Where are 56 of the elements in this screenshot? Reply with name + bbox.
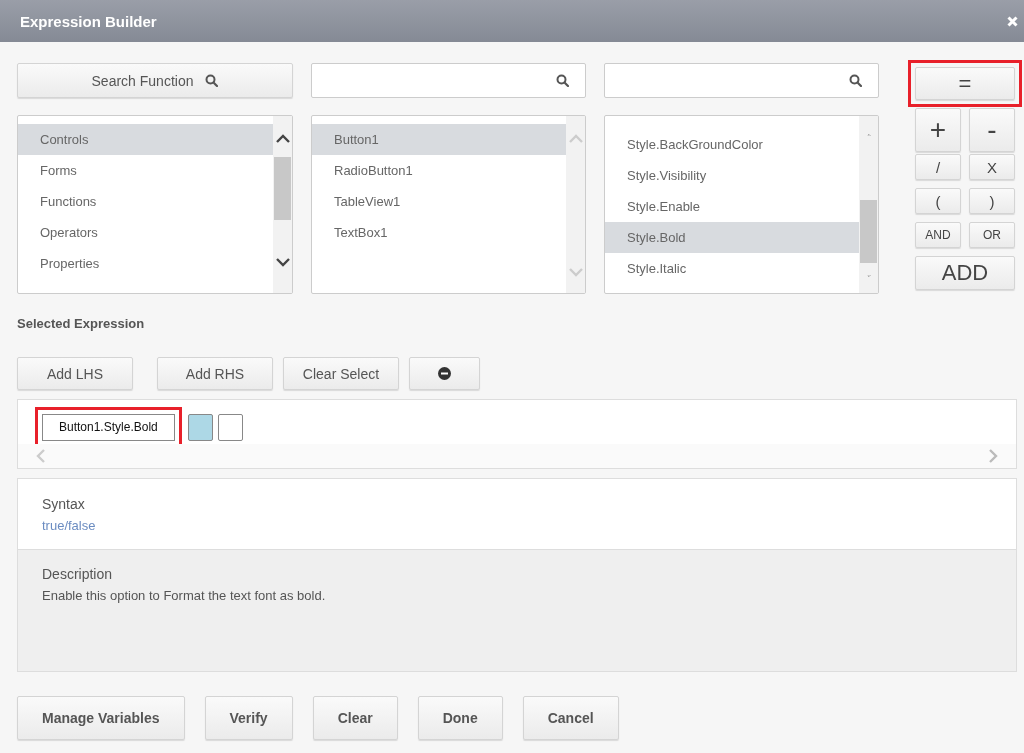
list-item[interactable]: Functions xyxy=(18,186,273,217)
operator-button[interactable]: AND xyxy=(915,222,961,248)
scrollbar[interactable] xyxy=(859,116,878,293)
expression-button[interactable]: Add RHS xyxy=(157,357,273,390)
list-item[interactable]: RadioButton1 xyxy=(312,155,566,186)
list-item[interactable]: TableView1 xyxy=(312,186,566,217)
operator-button[interactable]: = xyxy=(915,67,1015,100)
list-item[interactable]: Style.Bold xyxy=(605,222,859,253)
list-item[interactable]: Operators xyxy=(18,217,273,248)
list-item[interactable]: Style.Enable xyxy=(605,191,859,222)
search-function-button[interactable]: Search Function xyxy=(17,63,293,98)
panel-heading: Description xyxy=(42,566,114,582)
scroll-left-icon[interactable] xyxy=(36,449,45,463)
scroll-right-icon[interactable] xyxy=(989,449,998,463)
description-text: Enable this option to Format the text font as bold. xyxy=(42,588,327,603)
search-field[interactable] xyxy=(604,63,879,98)
syntax-value: true/false xyxy=(42,518,97,533)
operator-button[interactable]: / xyxy=(915,154,961,180)
list-item[interactable]: Properties xyxy=(18,248,273,279)
footer-button[interactable]: Clear xyxy=(312,696,398,740)
expression-button[interactable]: Add LHS xyxy=(17,357,133,390)
scrollbar[interactable] xyxy=(273,116,292,293)
list-item[interactable]: Style.BackGroundColor xyxy=(605,129,859,160)
operator-button[interactable]: ADD xyxy=(915,256,1015,290)
search-icon xyxy=(556,74,569,87)
window-title: Expression Builder xyxy=(20,12,157,30)
search-field[interactable] xyxy=(311,63,586,98)
list-item[interactable]: Style.Italic xyxy=(605,253,859,284)
operator-button[interactable]: ) xyxy=(969,188,1015,214)
search-icon xyxy=(205,74,219,87)
list-item[interactable]: Forms xyxy=(18,155,273,186)
close-icon[interactable] xyxy=(1007,15,1018,27)
remove-button[interactable] xyxy=(409,357,480,390)
list-item[interactable]: TextBox1 xyxy=(312,217,566,248)
list-item[interactable]: Style.Visibility xyxy=(605,160,859,191)
footer-button[interactable]: Cancel xyxy=(522,696,619,740)
scrollbar-thumb[interactable] xyxy=(860,200,877,263)
footer-button[interactable]: Done xyxy=(417,696,503,740)
minus-circle-icon xyxy=(438,367,451,380)
expression-button[interactable]: Clear Select xyxy=(283,357,399,390)
panel-heading: Syntax xyxy=(42,496,86,512)
operator-button[interactable]: X xyxy=(969,154,1015,180)
operator-button[interactable]: ( xyxy=(915,188,961,214)
list-item[interactable]: Controls xyxy=(18,124,273,155)
expression-token[interactable]: Button1.Style.Bold xyxy=(42,413,175,441)
scrollbar-thumb[interactable] xyxy=(274,157,291,220)
operator-button[interactable]: OR xyxy=(969,222,1015,248)
footer-button[interactable]: Verify xyxy=(204,696,293,740)
footer-button[interactable]: Manage Variables xyxy=(17,696,185,740)
operator-button[interactable]: + xyxy=(915,108,961,152)
section-heading: Selected Expression xyxy=(17,316,146,331)
list-item[interactable]: Button1 xyxy=(312,124,566,155)
operator-button[interactable]: - xyxy=(969,108,1015,152)
search-icon xyxy=(849,74,862,87)
expression-slot[interactable] xyxy=(217,413,243,441)
expression-slot[interactable] xyxy=(187,413,213,441)
